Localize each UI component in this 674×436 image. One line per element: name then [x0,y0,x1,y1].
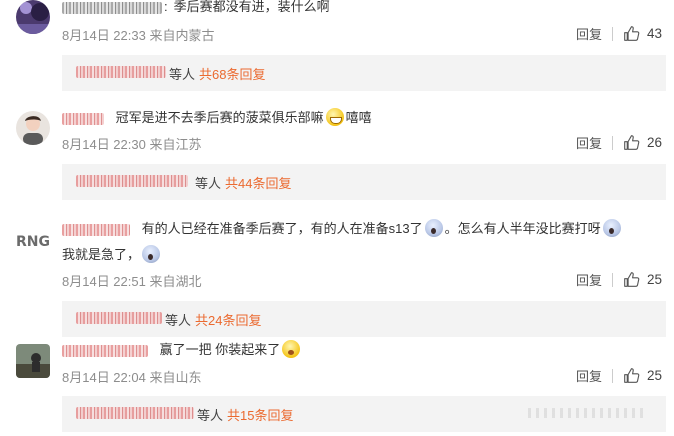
watermark [528,408,648,418]
comment-date: 8月14日 22:51 [62,274,146,289]
comment-meta: 8月14日 22:51 来自湖北 [62,271,201,290]
comment-location: 来自江苏 [149,137,202,152]
divider [611,272,613,287]
comment-actions: 回复 43 [576,24,662,43]
comment-line: 冠军是进不去季后赛的菠菜俱乐部嘛 嘻嘻 [62,108,372,127]
comment-date: 8月14日 22:33 [62,28,146,43]
comment-meta: 8月14日 22:33 来自内蒙古 [62,25,214,44]
sub-replies[interactable]: 等人 共44条回复 [62,164,666,200]
grin-emoji-icon [325,108,344,126]
scream-emoji-icon [424,219,443,237]
avatar[interactable] [16,0,50,34]
thumbs-up-icon[interactable] [623,271,640,288]
sub-replies[interactable]: 等人 共24条回复 [62,301,666,337]
more-replies-link[interactable]: 共15条回复 [227,405,293,424]
reply-usernames[interactable] [76,407,194,421]
divider [611,368,613,383]
comment-line-2: 我就是急了， [62,245,162,264]
comment-date: 8月14日 22:04 [62,370,146,385]
more-replies-link[interactable]: 共24条回复 [195,310,261,329]
comment-date: 8月14日 22:30 [62,137,146,152]
avatar[interactable]: RNG [16,224,50,258]
username[interactable] [62,344,148,358]
reply-button[interactable]: 回复 [576,270,602,289]
comment-actions: 回复 25 [576,366,662,385]
more-replies-link[interactable]: 共68条回复 [199,64,265,83]
like-count: 26 [646,135,662,150]
svg-text:RNG: RNG [16,234,50,250]
reply-usernames[interactable] [76,66,166,80]
comment-text: 赢了一把 你装起来了 [159,342,281,357]
comment-meta: 8月14日 22:30 来自江苏 [62,134,201,153]
reply-button[interactable]: 回复 [576,24,602,43]
comment-location: 来自湖北 [149,274,202,289]
comment-location: 来自内蒙古 [149,28,215,43]
username[interactable] [62,1,162,15]
avatar[interactable] [16,111,50,145]
comment-text: 季后赛都没有进，装什么啊 [173,0,330,14]
comment-text: 冠军是进不去季后赛的菠菜俱乐部嘛 [115,110,324,125]
more-replies-link[interactable]: 共44条回复 [225,173,291,192]
comment-text-tail: 嘻嘻 [345,110,372,125]
comment-actions: 回复 25 [576,270,662,289]
sub-replies-others: 等人 [165,312,192,328]
comment-location: 来自山东 [149,370,202,385]
like-count: 25 [646,368,662,383]
like-count: 25 [646,272,662,287]
thumbs-up-icon[interactable] [623,367,640,384]
comment-meta: 8月14日 22:04 来自山东 [62,367,201,386]
comment-line: 赢了一把 你装起来了 [62,340,302,359]
comment-text: 有的人已经在准备季后赛了，有的人在准备s13了 [141,221,423,236]
username[interactable] [62,223,130,237]
reply-usernames[interactable] [76,312,162,326]
scream-emoji-icon [142,245,161,263]
sub-replies-others: 等人 [197,407,224,423]
sub-replies-others: 等人 [169,66,196,82]
reply-button[interactable]: 回复 [576,366,602,385]
like-count: 43 [646,26,662,41]
comment-text-mid: 。怎么有人半年没比赛打呀 [444,221,601,236]
wow-emoji-icon [282,340,301,358]
sub-replies[interactable]: 等人 共68条回复 [62,55,666,91]
comment-actions: 回复 26 [576,133,662,152]
divider [611,135,613,150]
divider [611,26,613,41]
comment-text-line2: 我就是急了， [62,247,141,262]
sub-replies-others: 等人 [195,175,222,191]
avatar[interactable] [16,344,50,378]
comment-line: : 季后赛都没有进，装什么啊 [62,0,330,16]
username[interactable] [62,112,104,126]
thumbs-up-icon[interactable] [623,25,640,42]
thumbs-up-icon[interactable] [623,134,640,151]
comment-line: 有的人已经在准备季后赛了，有的人在准备s13了 。怎么有人半年没比赛打呀 [62,219,623,238]
scream-emoji-icon [602,219,621,237]
reply-button[interactable]: 回复 [576,133,602,152]
reply-usernames[interactable] [76,175,188,189]
sub-replies[interactable]: 等人 共15条回复 [62,396,666,432]
